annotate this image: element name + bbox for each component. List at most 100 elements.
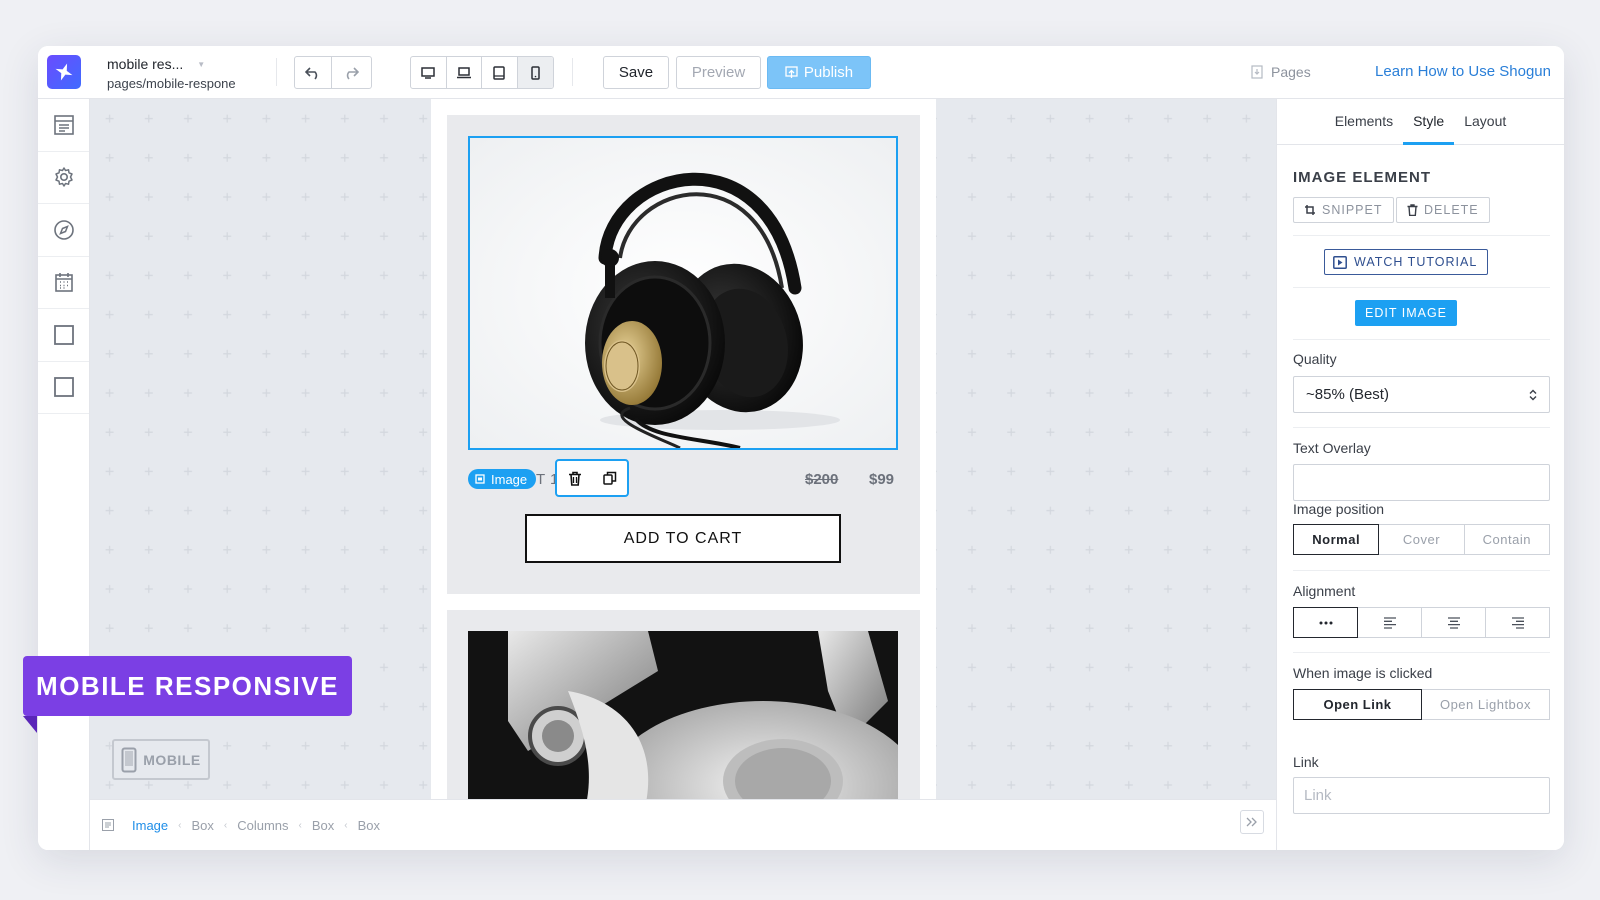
product-image-headphones-bw[interactable] [468,631,898,799]
rail-blank-button-1[interactable] [38,309,89,362]
badge-tail [23,716,37,733]
divider [1293,570,1550,571]
rail-calendar-button[interactable] [38,257,89,309]
align-none-button[interactable] [1293,607,1358,638]
pages-icon [1251,65,1263,79]
watch-tutorial-button[interactable]: WATCH TUTORIAL [1324,249,1489,275]
add-to-cart-button[interactable]: ADD TO CART [525,514,841,563]
rail-settings-button[interactable] [38,152,89,204]
align-center-icon [1447,616,1460,629]
pages-label: Pages [1271,64,1311,80]
divider [1293,652,1550,653]
snippet-button[interactable]: SNIPPET [1293,197,1394,223]
pages-link[interactable]: Pages [1251,64,1311,80]
divider [1293,339,1550,340]
divider [1293,427,1550,428]
image-position-label: Image position [1293,501,1385,517]
image-position-normal[interactable]: Normal [1293,524,1380,555]
app-window: mobile res... ▼ pages/mobile-respone Sav… [38,46,1564,850]
product-image-headphones[interactable] [468,136,898,450]
square-icon [53,324,74,345]
quality-label: Quality [1293,351,1337,367]
rail-pages-button[interactable] [38,99,89,152]
tab-style[interactable]: Style [1403,99,1455,145]
trash-icon[interactable] [568,471,582,486]
left-rail [38,99,90,850]
alignment-label: Alignment [1293,583,1356,599]
align-left-button[interactable] [1357,607,1422,638]
product-card[interactable]: PRODUCT 1 Image $200 $99 ADD TO CART [447,115,920,594]
open-link-option[interactable]: Open Link [1293,689,1422,720]
chevron-down-icon[interactable]: ▼ [197,60,205,69]
align-right-button[interactable] [1485,607,1550,638]
shogun-logo-icon[interactable] [47,55,81,89]
breadcrumb-item[interactable]: Box [358,818,380,833]
link-input[interactable]: Link [1293,777,1550,814]
tablet-view-button[interactable] [482,57,518,88]
when-clicked-control: Open Link Open Lightbox [1293,689,1550,720]
product-card[interactable] [447,610,920,799]
align-right-icon [1511,616,1524,629]
rail-blank-button-2[interactable] [38,362,89,414]
link-label: Link [1293,754,1319,770]
breadcrumb: Image ‹ Box ‹ Columns ‹ Box ‹ Box [90,799,1276,850]
device-indicator-label: MOBILE [143,751,201,768]
gear-icon [54,167,73,187]
publish-label: Publish [803,64,854,81]
tab-elements[interactable]: Elements [1325,99,1403,145]
headphones-image [470,138,896,448]
breadcrumb-item[interactable]: Box [312,818,334,833]
ellipsis-icon [1319,621,1332,624]
when-clicked-label: When image is clicked [1293,665,1433,681]
desktop-view-button[interactable] [411,57,447,88]
save-button[interactable]: Save [603,56,669,89]
image-element-tag[interactable]: Image [468,469,537,489]
page-path: pages/mobile-respone [107,76,236,91]
publish-icon [785,66,798,78]
device-indicator: MOBILE [112,739,210,780]
breadcrumb-separator: ‹ [223,819,228,831]
mobile-preview-frame: PRODUCT 1 Image $200 $99 ADD TO CART [431,99,936,799]
duplicate-icon[interactable] [602,471,617,485]
text-overlay-input[interactable] [1293,464,1550,501]
breadcrumb-item[interactable]: Box [191,818,213,833]
page-name[interactable]: mobile res... [107,56,183,72]
watch-tutorial-label: WATCH TUTORIAL [1354,255,1478,269]
breadcrumb-item[interactable]: Columns [237,818,288,833]
delete-button[interactable]: DELETE [1396,197,1490,223]
mobile-view-button[interactable] [517,57,553,88]
redo-button[interactable] [332,57,369,88]
open-lightbox-option[interactable]: Open Lightbox [1421,689,1550,720]
mobile-icon [121,747,137,772]
style-panel: Elements Style Layout IMAGE ELEMENT SNIP… [1276,99,1564,850]
align-center-button[interactable] [1421,607,1486,638]
edit-image-button[interactable]: EDIT IMAGE [1355,300,1458,326]
panel-tabs: Elements Style Layout [1277,99,1564,145]
undo-button[interactable] [295,57,332,88]
mobile-icon [531,65,540,80]
image-position-control: Normal Cover Contain [1293,524,1550,555]
publish-button[interactable]: Publish [767,56,871,89]
device-switcher [410,56,554,89]
quality-select[interactable]: ~85% (Best) [1293,376,1550,413]
tree-toggle-icon[interactable] [102,819,114,831]
breadcrumb-item[interactable]: Image [132,818,168,833]
divider [1293,235,1550,236]
calendar-icon [54,273,73,293]
trash-icon [1407,204,1418,216]
laptop-view-button[interactable] [447,57,483,88]
preview-button[interactable]: Preview [676,56,761,89]
redo-icon [346,66,359,80]
rail-explore-button[interactable] [38,204,89,257]
image-position-contain[interactable]: Contain [1463,524,1550,555]
learn-how-link[interactable]: Learn How to Use Shogun [1375,63,1551,80]
desktop-icon [421,66,435,79]
quality-value: ~85% (Best) [1306,386,1389,403]
image-tag-label: Image [491,471,528,487]
expand-panel-button[interactable] [1240,810,1264,834]
text-overlay-label: Text Overlay [1293,440,1371,456]
page-info[interactable]: mobile res... ▼ pages/mobile-respone [107,56,236,91]
square-icon [53,377,74,398]
tab-layout[interactable]: Layout [1454,99,1516,145]
image-position-cover[interactable]: Cover [1378,524,1465,555]
